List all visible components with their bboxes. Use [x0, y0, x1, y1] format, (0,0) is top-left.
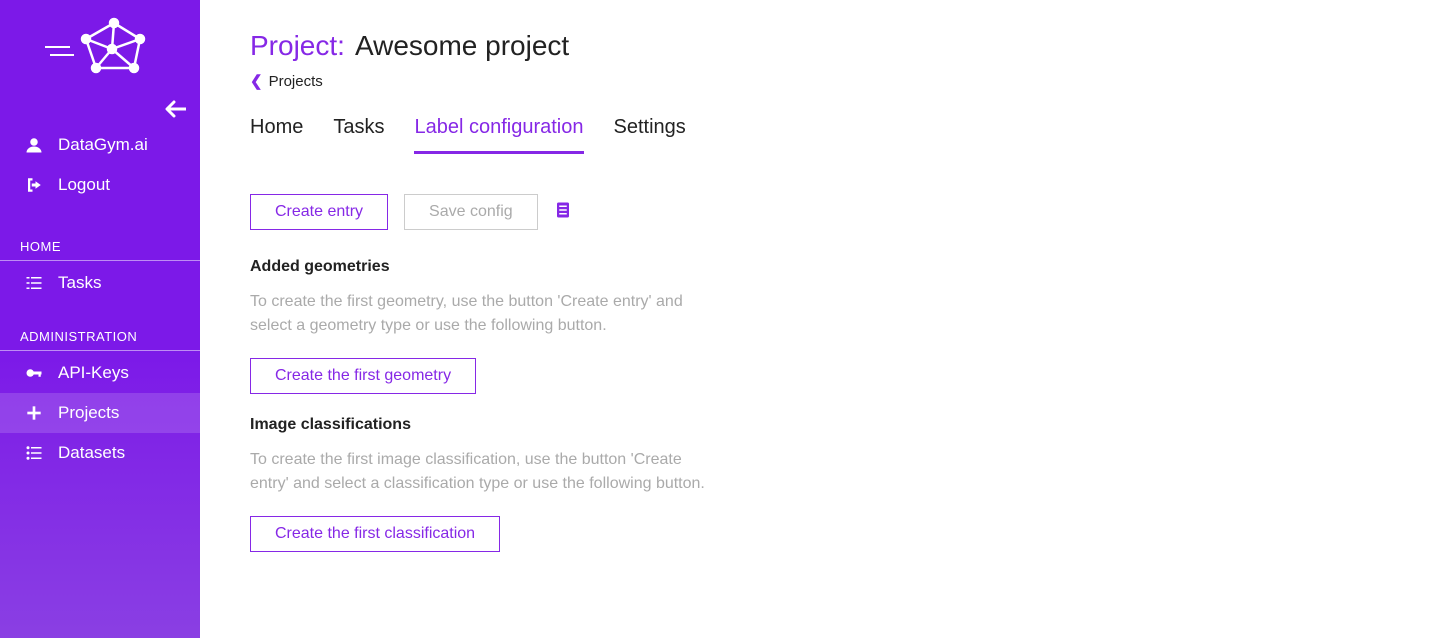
arrow-left-icon [164, 100, 186, 118]
chevron-left-icon: ❮ [250, 72, 263, 90]
project-name: Awesome project [355, 30, 569, 62]
brand-link[interactable]: DataGym.ai [0, 125, 200, 165]
tab-home[interactable]: Home [250, 116, 303, 154]
document-icon [554, 201, 572, 219]
list-icon [24, 444, 44, 462]
sidebar-item-projects[interactable]: Projects [0, 393, 200, 433]
main-content: Project: Awesome project ❮ Projects Home… [200, 0, 1429, 638]
sidebar: DataGym.ai Logout HOME Tasks ADMINISTRAT… [0, 0, 200, 638]
tab-tasks[interactable]: Tasks [333, 116, 384, 154]
logo-icon [40, 13, 160, 83]
sidebar-section-home: HOME [0, 223, 200, 261]
logo [0, 0, 200, 95]
sidebar-item-datasets[interactable]: Datasets [0, 433, 200, 473]
sidebar-section-admin: ADMINISTRATION [0, 313, 200, 351]
logout-button[interactable]: Logout [0, 165, 200, 205]
sidebar-item-label: API-Keys [58, 363, 129, 383]
toolbar: Create entry Save config [250, 194, 1381, 230]
brand-label: DataGym.ai [58, 135, 148, 155]
plus-icon [24, 405, 44, 421]
added-geometries-section: Added geometries To create the first geo… [250, 258, 710, 394]
breadcrumb[interactable]: ❮ Projects [250, 72, 1381, 90]
save-config-button: Save config [404, 194, 538, 230]
tab-label-configuration[interactable]: Label configuration [414, 116, 583, 154]
tabs: Home Tasks Label configuration Settings [250, 116, 1381, 154]
create-first-geometry-button[interactable]: Create the first geometry [250, 358, 476, 394]
title-prefix: Project: [250, 30, 345, 62]
tab-settings[interactable]: Settings [614, 116, 686, 154]
section-title: Image classifications [250, 416, 710, 434]
section-title: Added geometries [250, 258, 710, 276]
sidebar-item-tasks[interactable]: Tasks [0, 263, 200, 303]
create-entry-button[interactable]: Create entry [250, 194, 388, 230]
sidebar-item-label: Datasets [58, 443, 125, 463]
key-icon [24, 364, 44, 382]
image-classifications-section: Image classifications To create the firs… [250, 416, 710, 552]
sidebar-item-apikeys[interactable]: API-Keys [0, 353, 200, 393]
sidebar-item-label: Projects [58, 403, 119, 423]
breadcrumb-label: Projects [269, 73, 323, 90]
user-icon [24, 136, 44, 154]
logout-label: Logout [58, 175, 110, 195]
section-help: To create the first image classification… [250, 448, 710, 496]
sidebar-item-label: Tasks [58, 273, 101, 293]
create-first-classification-button[interactable]: Create the first classification [250, 516, 500, 552]
section-help: To create the first geometry, use the bu… [250, 290, 710, 338]
logout-icon [24, 176, 44, 194]
collapse-sidebar-button[interactable] [164, 100, 186, 123]
list-icon [24, 274, 44, 292]
page-title: Project: Awesome project [250, 30, 1381, 62]
config-preview-button[interactable] [554, 201, 572, 224]
